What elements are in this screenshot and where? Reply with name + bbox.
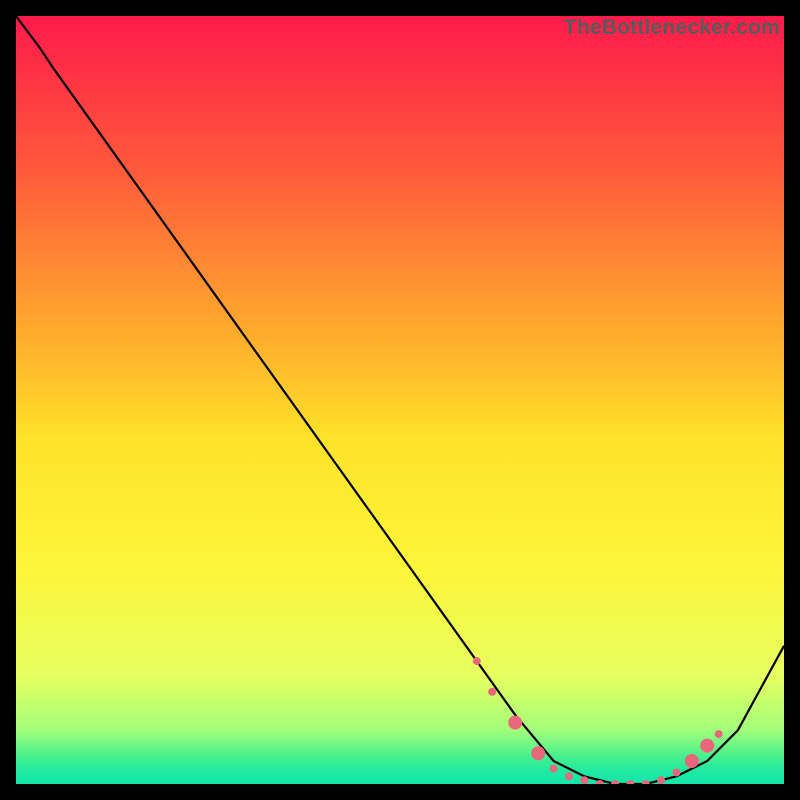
highlight-dot: [565, 772, 573, 780]
highlight-dot: [657, 776, 665, 784]
watermark-text: TheBottlenecker.com: [564, 16, 780, 40]
highlight-dot: [715, 730, 723, 738]
highlight-dot: [473, 657, 481, 665]
gradient-background: [16, 16, 784, 784]
highlight-dot: [488, 688, 496, 696]
highlight-dot: [531, 746, 545, 760]
highlight-dot: [685, 754, 699, 768]
chart-frame: TheBottlenecker.com: [16, 16, 784, 784]
highlight-dot: [508, 716, 522, 730]
bottleneck-chart: [16, 16, 784, 784]
highlight-dot: [580, 776, 588, 784]
highlight-dot: [673, 769, 681, 777]
highlight-dot: [700, 739, 714, 753]
highlight-dot: [550, 765, 558, 773]
